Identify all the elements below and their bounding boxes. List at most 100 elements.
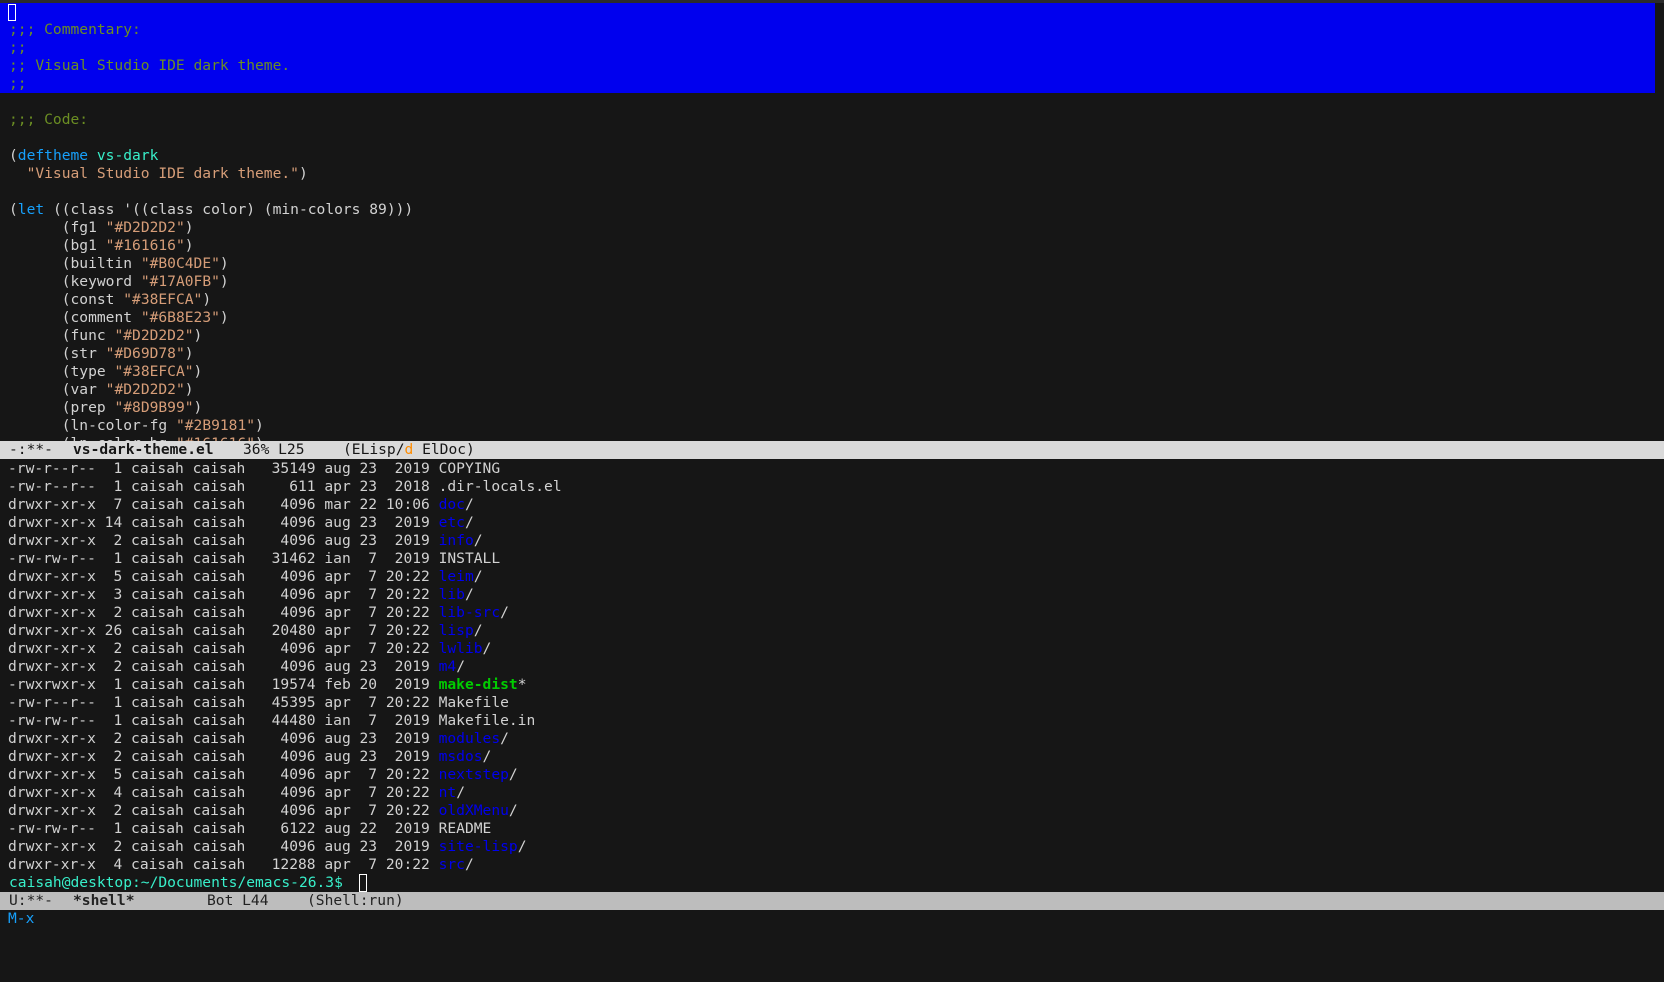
binding-name: prep <box>70 399 106 416</box>
modeline-major-mode: (ELisp/ <box>343 441 405 458</box>
modeline-buffer-name[interactable]: *shell* <box>73 892 135 910</box>
file-name: make-dist <box>438 676 518 693</box>
link-count: 14 <box>104 514 123 531</box>
binding-value: "#D2D2D2" <box>114 327 194 344</box>
file-date: mar 22 10:06 <box>324 496 430 513</box>
file-owner: caisah <box>131 514 184 531</box>
file-date: apr 7 20:22 <box>324 622 430 639</box>
link-count: 5 <box>104 568 123 585</box>
modeline-modes[interactable]: (Shell:run) <box>307 892 404 910</box>
file-owner: caisah <box>131 622 184 639</box>
binding-value: "#161616" <box>105 237 185 254</box>
file-permissions: drwxr-xr-x <box>8 568 96 585</box>
file-name: site-lisp <box>438 838 518 855</box>
file-date: aug 22 2019 <box>324 820 430 837</box>
file-date: apr 7 20:22 <box>324 604 430 621</box>
binding-line: (const "#38EFCA") <box>9 291 212 308</box>
file-type-suffix: * <box>517 676 527 693</box>
listing-row: drwxr-xr-x 4 caisah caisah 12288 apr 7 2… <box>8 856 474 874</box>
file-permissions: -rw-r--r-- <box>8 460 96 477</box>
mode-line-active[interactable]: -:**- vs-dark-theme.el 36% L25 (ELisp/d … <box>0 441 1664 459</box>
file-date: feb 20 2019 <box>324 676 430 693</box>
file-group: caisah <box>192 550 246 567</box>
listing-row: drwxr-xr-x 2 caisah caisah 4096 apr 7 20… <box>8 640 491 658</box>
binding-name: ln-color-fg <box>70 417 168 434</box>
file-permissions: -rwxrwxr-x <box>8 676 96 693</box>
binding-value: "#D69D78" <box>105 345 185 362</box>
link-count: 2 <box>104 730 123 747</box>
file-name: nextstep <box>438 766 509 783</box>
modeline-minor-modes: ElDoc) <box>413 441 475 458</box>
file-owner: caisah <box>131 550 184 567</box>
code-line: "Visual Studio IDE dark theme.") <box>9 165 308 183</box>
file-size: 4096 <box>271 514 316 531</box>
file-permissions: drwxr-xr-x <box>8 532 96 549</box>
link-count: 26 <box>104 622 123 639</box>
file-type-suffix: / <box>456 658 465 675</box>
file-date: apr 7 20:22 <box>324 784 430 801</box>
file-date: aug 23 2019 <box>324 838 430 855</box>
file-type-suffix: / <box>508 766 518 783</box>
file-permissions: -rw-r--r-- <box>8 694 96 711</box>
link-count: 2 <box>104 532 123 549</box>
binding-value: "#17A0FB" <box>140 273 220 290</box>
modeline-modes[interactable]: (ELisp/d ElDoc) <box>343 441 475 459</box>
file-owner: caisah <box>131 856 184 873</box>
link-count: 1 <box>104 676 123 693</box>
file-group: caisah <box>192 712 246 729</box>
file-group: caisah <box>192 730 246 747</box>
binding-line: (bg1 "#161616") <box>9 237 194 254</box>
listing-row: -rwxrwxr-x 1 caisah caisah 19574 feb 20 … <box>8 676 526 694</box>
file-name: lib-src <box>438 604 501 621</box>
listing-row: -rw-rw-r-- 1 caisah caisah 31462 ian 7 2… <box>8 550 500 568</box>
binding-value: "#8D9B99" <box>114 399 194 416</box>
keyword-token: deftheme <box>17 147 89 164</box>
code-line: ;;; Commentary: <box>9 21 141 38</box>
file-group: caisah <box>192 802 246 819</box>
listing-row: drwxr-xr-x 14 caisah caisah 4096 aug 23 … <box>8 514 474 532</box>
file-type-suffix: / <box>482 640 492 657</box>
file-type-suffix: / <box>482 748 492 765</box>
file-name: Makefile.in <box>438 712 536 729</box>
file-permissions: drwxr-xr-x <box>8 658 96 675</box>
file-permissions: drwxr-xr-x <box>8 838 96 855</box>
listing-row: -rw-r--r-- 1 caisah caisah 611 apr 23 20… <box>8 478 562 496</box>
file-type-suffix: / <box>464 586 474 603</box>
minibuffer[interactable]: M-x <box>8 910 34 927</box>
file-group: caisah <box>192 514 246 531</box>
file-name: lisp <box>438 622 474 639</box>
file-group: caisah <box>192 532 246 549</box>
file-group: caisah <box>192 586 246 603</box>
modeline-position: 36% L25 <box>243 441 305 458</box>
file-permissions: -rw-rw-r-- <box>8 712 96 729</box>
listing-row: -rw-rw-r-- 1 caisah caisah 6122 aug 22 2… <box>8 820 491 838</box>
file-permissions: drwxr-xr-x <box>8 856 96 873</box>
file-type-suffix: / <box>473 622 483 639</box>
file-date: apr 23 2018 <box>324 478 430 495</box>
file-size: 20480 <box>271 622 316 639</box>
code-line: ;;; Code: <box>9 111 89 128</box>
file-permissions: drwxr-xr-x <box>8 640 96 657</box>
link-count: 2 <box>104 658 123 675</box>
binding-name: str <box>70 345 97 362</box>
file-group: caisah <box>192 766 246 783</box>
link-count: 1 <box>104 550 123 567</box>
theme-name-token: vs-dark <box>96 147 159 164</box>
modeline-buffer-name[interactable]: vs-dark-theme.el <box>73 441 214 459</box>
file-group: caisah <box>192 784 246 801</box>
file-group: caisah <box>192 496 246 513</box>
file-owner: caisah <box>131 802 184 819</box>
file-group: caisah <box>192 604 246 621</box>
file-owner: caisah <box>131 676 184 693</box>
file-size: 4096 <box>271 640 316 657</box>
listing-row: -rw-rw-r-- 1 caisah caisah 44480 ian 7 2… <box>8 712 535 730</box>
mode-line-inactive[interactable]: U:**- *shell* Bot L44 (Shell:run) <box>0 892 1664 910</box>
link-count: 1 <box>104 478 123 495</box>
listing-row: drwxr-xr-x 3 caisah caisah 4096 apr 7 20… <box>8 586 474 604</box>
file-size: 4096 <box>271 784 316 801</box>
docstring-token: "Visual Studio IDE dark theme." <box>26 165 299 182</box>
file-owner: caisah <box>131 730 184 747</box>
listing-row: drwxr-xr-x 26 caisah caisah 20480 apr 7 … <box>8 622 483 640</box>
link-count: 1 <box>104 694 123 711</box>
file-permissions: drwxr-xr-x <box>8 622 96 639</box>
